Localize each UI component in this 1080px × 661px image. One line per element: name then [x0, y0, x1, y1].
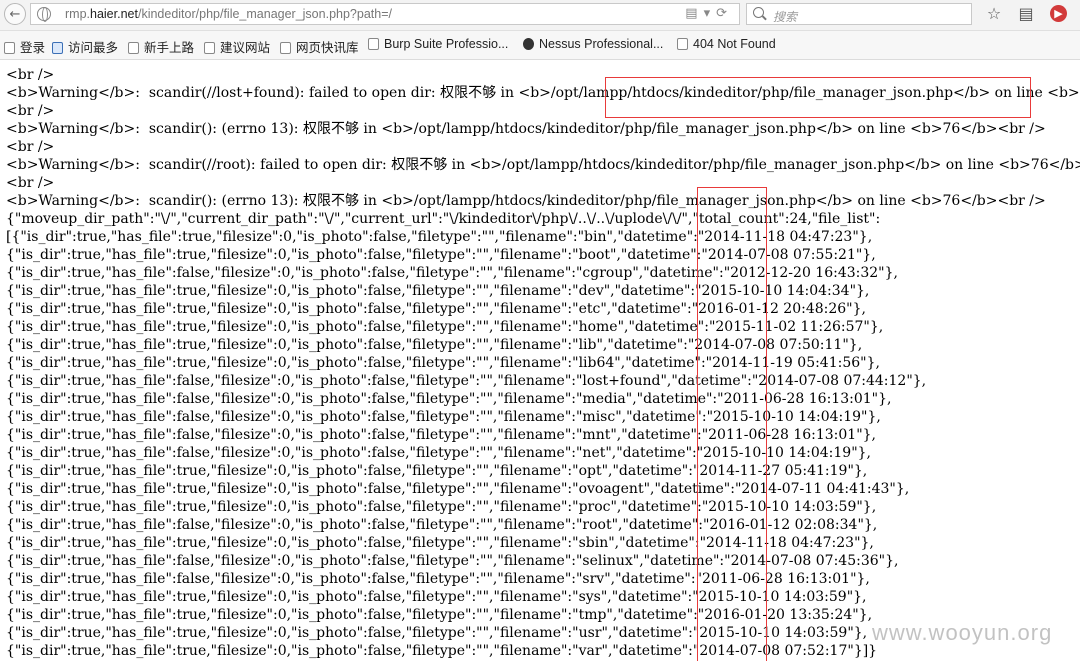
nessus-icon [523, 38, 534, 50]
folder-icon [280, 42, 291, 54]
browser-toolbar: ← rmp.haier.net/kindeditor/php/file_mana… [0, 0, 1080, 31]
site-info-icon[interactable] [37, 7, 51, 22]
output-line: {"is_dir":true,"has_file":false,"filesiz… [6, 427, 876, 443]
watermark: www.wooyun.org [872, 620, 1053, 645]
output-line: {"is_dir":true,"has_file":true,"filesize… [6, 499, 877, 515]
output-line: {"is_dir":true,"has_file":true,"filesize… [6, 319, 884, 335]
output-line: <br /> [6, 175, 55, 191]
address-bar[interactable]: rmp.haier.net/kindeditor/php/file_manage… [30, 3, 740, 25]
folder-icon [368, 38, 379, 50]
search-placeholder: 搜索 [773, 10, 798, 24]
output-line: {"is_dir":true,"has_file":false,"filesiz… [6, 445, 872, 461]
output-line: {"is_dir":true,"has_file":true,"filesize… [6, 283, 870, 299]
output-line: <br /> [6, 103, 55, 119]
bookmark-star-icon[interactable]: ☆ [984, 4, 1004, 24]
bookmark-item[interactable]: 访问最多 [52, 37, 118, 56]
folder-icon [128, 42, 139, 54]
output-line: {"is_dir":true,"has_file":true,"filesize… [6, 535, 874, 551]
output-line: <b>Warning</b>: scandir(//root): failed … [6, 157, 1080, 173]
search-input[interactable]: 搜索 [746, 3, 972, 25]
output-line: {"is_dir":true,"has_file":true,"filesize… [6, 607, 873, 623]
output-line: {"is_dir":true,"has_file":true,"filesize… [6, 643, 878, 659]
output-line: {"is_dir":true,"has_file":false,"filesiz… [6, 391, 892, 407]
folder-icon [4, 42, 15, 54]
output-line: {"is_dir":true,"has_file":false,"filesiz… [6, 265, 898, 281]
output-line: {"moveup_dir_path":"\/","current_dir_pat… [6, 211, 881, 227]
back-button[interactable]: ← [4, 3, 26, 25]
bookmark-item[interactable]: 新手上路 [128, 37, 194, 56]
folder-icon [204, 42, 215, 54]
output-line: {"is_dir":true,"has_file":true,"filesize… [6, 481, 910, 497]
url-text[interactable]: rmp.haier.net/kindeditor/php/file_manage… [65, 7, 392, 21]
page-icon [677, 38, 688, 50]
output-line: {"is_dir":true,"has_file":false,"filesiz… [6, 517, 878, 533]
bookmark-item[interactable]: 建议网站 [204, 37, 270, 56]
bookmark-item[interactable]: Burp Suite Professio... [368, 37, 508, 51]
output-line: <b>Warning</b>: scandir(): (errno 13): 权… [6, 193, 1046, 209]
page-content: <br /> <b>Warning</b>: scandir(//lost+fou… [6, 66, 1080, 661]
output-line: <b>Warning</b>: scandir(//lost+found): f… [6, 85, 1080, 101]
output-line: {"is_dir":true,"has_file":true,"filesize… [6, 247, 876, 263]
output-line: [{"is_dir":true,"has_file":true,"filesiz… [6, 229, 873, 245]
page-icon [52, 42, 63, 54]
bookmarks-bar: 登录 访问最多 新手上路 建议网站 网页快讯库 Burp Suite Profe… [0, 31, 1080, 60]
output-line: <b>Warning</b>: scandir(): (errno 13): 权… [6, 121, 1046, 137]
bookmarks-library-icon[interactable]: ▤ [1016, 4, 1036, 24]
output-line: {"is_dir":true,"has_file":false,"filesiz… [6, 409, 881, 425]
search-icon [753, 7, 764, 18]
bookmark-item[interactable]: 网页快讯库 [280, 37, 359, 56]
output-line: {"is_dir":true,"has_file":true,"filesize… [6, 301, 866, 317]
output-line: {"is_dir":true,"has_file":true,"filesize… [6, 337, 863, 353]
addon-icon[interactable]: ▶ [1050, 5, 1067, 22]
reader-view-icon[interactable]: ▤▾⟳ [685, 6, 733, 21]
output-line: {"is_dir":true,"has_file":true,"filesize… [6, 625, 868, 641]
output-line: {"is_dir":true,"has_file":false,"filesiz… [6, 553, 899, 569]
output-line: {"is_dir":true,"has_file":true,"filesize… [6, 589, 867, 605]
bookmark-item[interactable]: 登录 [4, 37, 45, 56]
output-line: {"is_dir":true,"has_file":false,"filesiz… [6, 571, 870, 587]
bookmark-item[interactable]: 404 Not Found [677, 37, 776, 51]
output-line: <br /> [6, 139, 55, 155]
bookmark-item[interactable]: Nessus Professional... [523, 37, 663, 51]
output-line: <br /> [6, 67, 55, 83]
output-line: {"is_dir":true,"has_file":true,"filesize… [6, 355, 880, 371]
output-line: {"is_dir":true,"has_file":true,"filesize… [6, 463, 868, 479]
output-line: {"is_dir":true,"has_file":false,"filesiz… [6, 373, 927, 389]
